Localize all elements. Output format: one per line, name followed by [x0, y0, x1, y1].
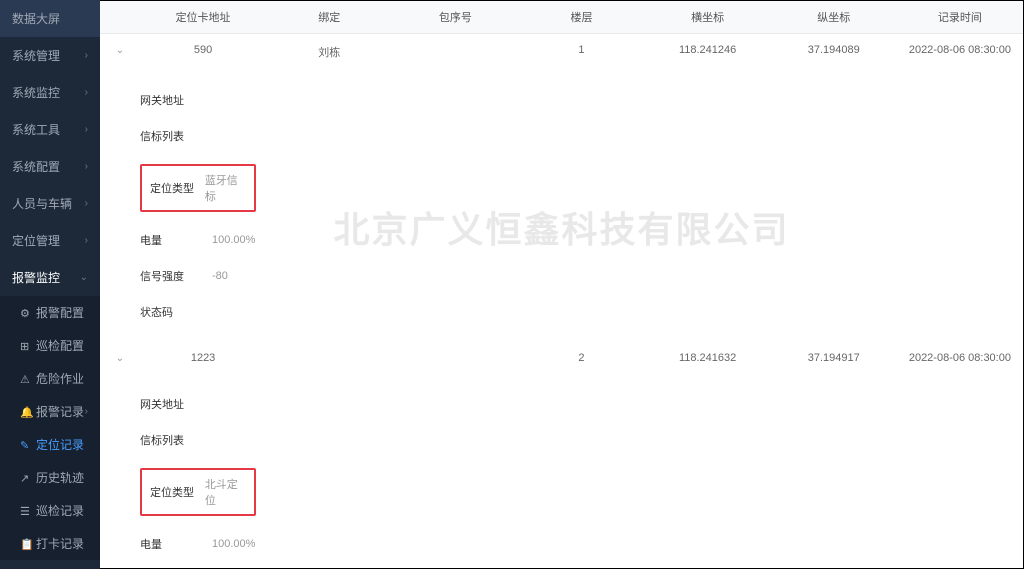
detail-loctype-label: 定位类型	[150, 484, 197, 500]
detail-battery-value: 100.00%	[212, 538, 255, 550]
detail-loctype-label: 定位类型	[150, 180, 197, 196]
col-bind: 绑定	[266, 9, 392, 25]
submenu-label: 📋打卡记录	[20, 535, 84, 552]
chevron-right-icon: ›	[85, 161, 88, 172]
collapse-icon[interactable]: ⌄	[116, 45, 124, 56]
submenu-checkin-record[interactable]: 📋打卡记录	[0, 527, 100, 560]
cell-floor: 2	[518, 352, 644, 364]
cell-seq	[392, 44, 518, 60]
chevron-right-icon: ›	[85, 406, 88, 417]
detail-loctype-value: 蓝牙信标	[205, 172, 246, 204]
sidebar: 数据大屏 系统管理 › 系统监控 › 系统工具 › 系统配置 › 人员与车辆 ›…	[0, 0, 100, 569]
table-header: 定位卡地址 绑定 包序号 楼层 横坐标 纵坐标 记录时间	[100, 1, 1023, 34]
grid-icon: ⊞	[20, 340, 32, 353]
col-y: 纵坐标	[771, 9, 897, 25]
submenu-label: ✎定位记录	[20, 436, 84, 453]
submenu-label: 🔔报警记录	[20, 403, 84, 420]
submenu-patrol-record[interactable]: ☰巡检记录	[0, 494, 100, 527]
gear-icon: ⚙	[20, 307, 32, 320]
submenu-label: ↗历史轨迹	[20, 469, 84, 486]
menu-label: 系统工具	[12, 121, 60, 138]
menu-label: 定位管理	[12, 232, 60, 249]
submenu-label: ⊞巡检配置	[20, 337, 84, 354]
warning-icon: ⚠	[20, 373, 32, 386]
submenu-danger-work[interactable]: ⚠危险作业	[0, 362, 100, 395]
cell-y: 37.194917	[771, 352, 897, 364]
detail-battery-label: 电量	[140, 232, 200, 248]
menu-label: 数据大屏	[12, 10, 60, 27]
chevron-right-icon: ›	[85, 87, 88, 98]
menu-label: 系统配置	[12, 158, 60, 175]
detail-gateway-label: 网关地址	[140, 92, 200, 108]
cell-y: 37.194089	[771, 44, 897, 60]
menu-alarm-monitor[interactable]: 报警监控 ⌄	[0, 259, 100, 296]
menu-label: 系统管理	[12, 47, 60, 64]
submenu-label: ⚠危险作业	[20, 370, 84, 387]
edit-icon: ✎	[20, 439, 32, 452]
cell-seq	[392, 352, 518, 364]
menu-people-vehicle[interactable]: 人员与车辆 ›	[0, 185, 100, 222]
menu-data-screen[interactable]: 数据大屏	[0, 0, 100, 37]
col-time: 记录时间	[897, 9, 1023, 25]
submenu-label: ☰巡检记录	[20, 502, 84, 519]
table-row: ⌄ 1223 2 118.241632 37.194917 2022-08-06…	[100, 342, 1023, 374]
menu-location-manage[interactable]: 定位管理 ›	[0, 222, 100, 259]
loc-type-highlight: 定位类型 北斗定位	[140, 468, 256, 516]
chevron-right-icon: ›	[85, 124, 88, 135]
submenu-patrol-config[interactable]: ⊞巡检配置	[0, 329, 100, 362]
collapse-icon[interactable]: ⌄	[116, 353, 124, 364]
submenu-alarm-config[interactable]: ⚙报警配置	[0, 296, 100, 329]
cell-time: 2022-08-06 08:30:00	[897, 44, 1023, 60]
cell-card-addr: 1223	[140, 352, 266, 364]
detail-battery-value: 100.00%	[212, 234, 255, 246]
menu-label: 报警监控	[12, 269, 60, 286]
cell-x: 118.241632	[645, 352, 771, 364]
submenu-alarm: ⚙报警配置 ⊞巡检配置 ⚠危险作业 🔔报警记录 › ✎定位记录 ↗历史轨迹 ☰巡…	[0, 296, 100, 560]
submenu-location-record[interactable]: ✎定位记录	[0, 428, 100, 461]
loc-type-highlight: 定位类型 蓝牙信标	[140, 164, 256, 212]
cell-bind	[266, 352, 392, 364]
detail-beacon-label: 信标列表	[140, 128, 200, 144]
col-floor: 楼层	[518, 9, 644, 25]
arrow-icon: ↗	[20, 472, 32, 485]
detail-beacon-label: 信标列表	[140, 432, 200, 448]
menu-system-config[interactable]: 系统配置 ›	[0, 148, 100, 185]
menu-system-monitor[interactable]: 系统监控 ›	[0, 74, 100, 111]
col-card-addr: 定位卡地址	[140, 9, 266, 25]
cell-bind: 刘栋	[266, 44, 392, 60]
detail-battery-label: 电量	[140, 536, 200, 552]
clipboard-icon: 📋	[20, 538, 32, 551]
bell-icon: 🔔	[20, 406, 32, 419]
col-seq: 包序号	[392, 9, 518, 25]
menu-system-manage[interactable]: 系统管理 ›	[0, 37, 100, 74]
menu-data-report[interactable]: 数据报告 ›	[0, 560, 100, 569]
cell-time: 2022-08-06 08:30:00	[897, 352, 1023, 364]
list-icon: ☰	[20, 505, 32, 518]
cell-x: 118.241246	[645, 44, 771, 60]
table-row: ⌄ 590 刘栋 1 118.241246 37.194089 2022-08-…	[100, 34, 1023, 70]
menu-label: 系统监控	[12, 84, 60, 101]
chevron-right-icon: ›	[85, 50, 88, 61]
detail-signal-label: 信号强度	[140, 268, 200, 284]
cell-floor: 1	[518, 44, 644, 60]
menu-system-tools[interactable]: 系统工具 ›	[0, 111, 100, 148]
submenu-label: ⚙报警配置	[20, 304, 84, 321]
submenu-alarm-record[interactable]: 🔔报警记录 ›	[0, 395, 100, 428]
detail-gateway-label: 网关地址	[140, 396, 200, 412]
main-content: 北京广义恒鑫科技有限公司 定位卡地址 绑定 包序号 楼层 横坐标 纵坐标 记录时…	[100, 0, 1024, 569]
detail-signal-value: -80	[212, 270, 228, 282]
chevron-down-icon: ⌄	[80, 272, 88, 283]
cell-card-addr: 590	[140, 44, 266, 60]
col-x: 横坐标	[645, 9, 771, 25]
detail-loctype-value: 北斗定位	[205, 476, 246, 508]
chevron-right-icon: ›	[85, 198, 88, 209]
chevron-right-icon: ›	[85, 235, 88, 246]
submenu-history-track[interactable]: ↗历史轨迹	[0, 461, 100, 494]
detail-panel: 网关地址 信标列表 定位类型 蓝牙信标 电量 100.00% 信号强度 -80 …	[100, 70, 1023, 342]
menu-label: 人员与车辆	[12, 195, 72, 212]
detail-status-label: 状态码	[140, 304, 200, 320]
detail-panel: 网关地址 信标列表 定位类型 北斗定位 电量 100.00% 信号强度 -80 …	[100, 374, 1023, 569]
